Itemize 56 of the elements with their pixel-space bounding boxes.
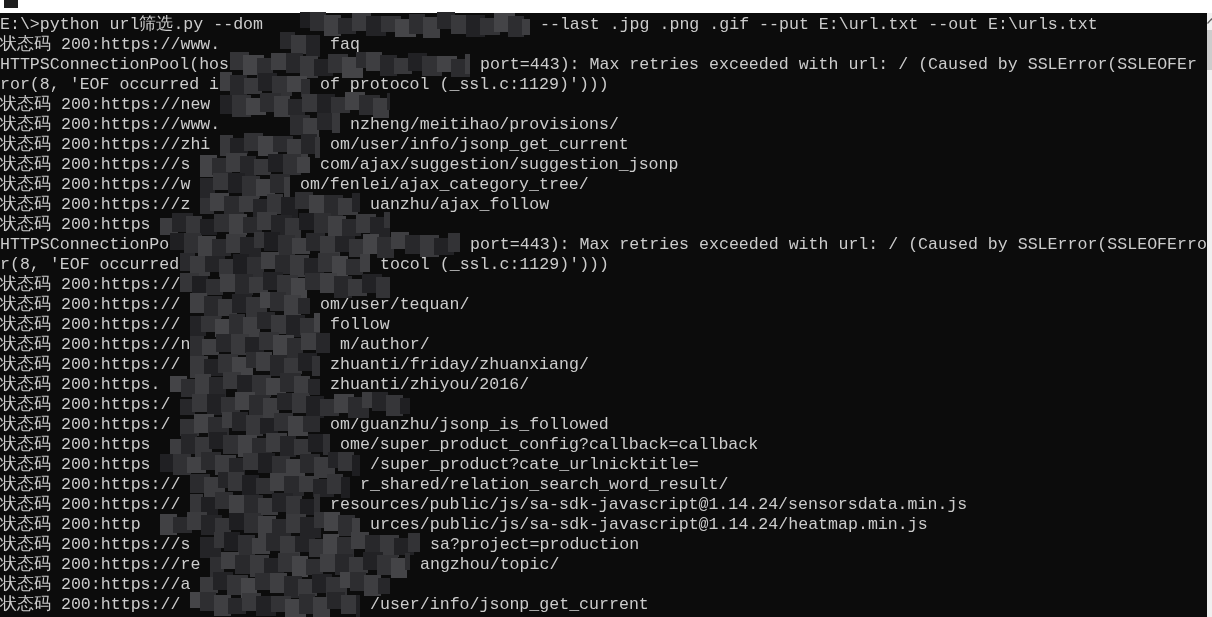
console-text: urces/public/js/sa-sdk-javascript@1.14.24/heatmap.min.js [370,515,928,535]
console-text: 状态码 200:https:// [0,475,181,495]
console-text: of protocol (_ssl.c:1129)'))) [320,75,609,95]
console-text: /super_product?cate_urlnicktitle= [370,455,699,475]
console-text: 状态码 200:https://n [0,335,191,355]
console-text: 状态码 200:https:// [0,595,181,615]
console-text: 状态码 200:https://new [0,95,211,115]
console-text: 状态码 200:https://w [0,175,191,195]
console-text: 状态码 200:https [0,435,151,455]
console-text: HTTPSConnectionPo [0,235,170,255]
console-text: 状态码 200:https:/ [0,395,171,415]
console-text: com/ajax/suggestion/suggestion_jsonp [320,155,679,175]
console-text: port=443): Max retries exceeded with url: / (Caused by SSLError(SSLEOFErro [470,235,1207,255]
console-text: om/user/tequan/ [320,295,470,315]
console-text: 状态码 200:https://z [0,195,191,215]
console-text: 状态码 200:https:// [0,275,181,295]
console-text: sa?project=production [430,535,640,555]
console-text: resources/public/js/sa-sdk-javascript@1.14.24/sensorsdata.min.js [330,495,968,515]
console-text: m/author/ [340,335,430,355]
console-text: port=443): Max retries exceeded with url: / (Caused by SSLError(SSLEOFEr [480,55,1197,75]
console-text: 状态码 200:https:// [0,295,181,315]
console-text: om/user/info/jsonp_get_current [330,135,629,155]
console-text: 状态码 200:https:/ [0,415,171,435]
console-text: om/fenlei/ajax_category_tree/ [300,175,589,195]
console-text: 状态码 200:https:// [0,315,181,335]
console-text: 状态码 200:https://zhi [0,135,211,155]
console-text: 状态码 200:http [0,515,141,535]
console-text: --last .jpg .png .gif --put E:\url.txt --out E:\urls.txt [540,15,1098,35]
console-text: 状态码 200:https://s [0,155,191,175]
console-text: om/guanzhu/jsonp_is_followed [330,415,609,435]
console-text: 状态码 200:https:// [0,355,181,375]
console-text: 状态码 200:https://re [0,555,201,575]
console-text: 状态码 200:https://a [0,575,191,595]
console-text: r_shared/relation_search_word_result/ [360,475,729,495]
console-text: 状态码 200:https [0,215,151,235]
console-text: 状态码 200:https [0,455,151,475]
console-text: zhuanti/zhiyou/2016/ [330,375,530,395]
console-text: 状态码 200:https://www. [0,35,221,55]
console-text: nzheng/meitihao/provisions/ [350,115,619,135]
console-text: ome/super_product_config?callback=callback [340,435,759,455]
console-text: E:\>python url筛选.py --dom [0,15,264,35]
console-text: 状态码 200:https://www. [0,115,221,135]
console-text: 状态码 200:https:// [0,495,181,515]
console-text: faq [330,35,360,55]
console-text: tocol (_ssl.c:1129)'))) [380,255,610,275]
console-text: zhuanti/friday/zhuanxiang/ [330,355,589,375]
console-text: ror(8, 'EOF occurred i [0,75,220,95]
console-text: follow [330,315,390,335]
console-text: angzhou/topic/ [420,555,560,575]
console-text: uanzhu/ajax_follow [370,195,550,215]
console-icon [4,0,18,8]
console-text: r(8, 'EOF occurred [0,255,180,275]
console-text: /user/info/jsonp_get_current [370,595,649,615]
console-text: 状态码 200:https://s [0,535,191,555]
console-text: 状态码 200:https. [0,375,161,395]
console-text: HTTPSConnectionPool(hos [0,55,230,75]
